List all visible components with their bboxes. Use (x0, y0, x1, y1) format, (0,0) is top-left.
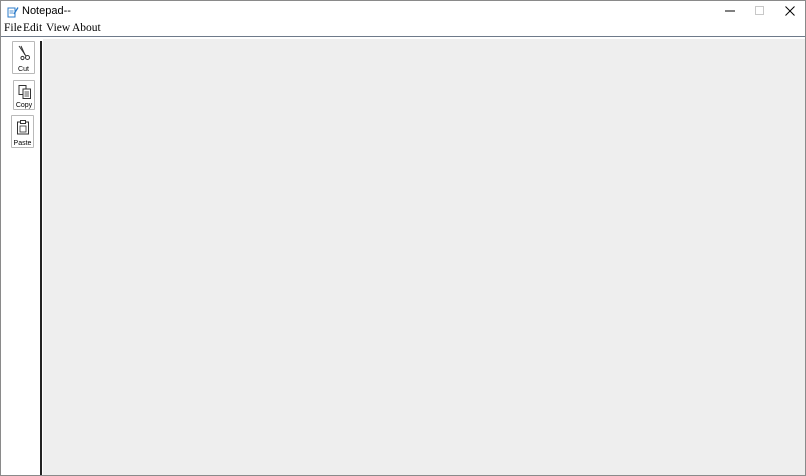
copy-label: Copy (15, 102, 33, 109)
app-window: Notepad-- File Edit View About Cut Copy … (0, 0, 806, 476)
paste-label: Paste (13, 140, 32, 147)
cut-label: Cut (18, 66, 29, 73)
clipboard-icon (15, 119, 31, 135)
close-icon (785, 6, 795, 16)
menu-view[interactable]: View (46, 21, 70, 35)
maximize-button[interactable] (744, 1, 776, 21)
notepad-app-icon (7, 5, 19, 18)
cut-button[interactable]: Cut (12, 41, 35, 74)
window-title: Notepad-- (22, 5, 71, 17)
close-button[interactable] (774, 1, 806, 21)
menu-file[interactable]: File (4, 21, 22, 35)
menu-bar: File Edit View About (1, 21, 805, 37)
minimize-button[interactable] (714, 1, 746, 21)
menu-about[interactable]: About (72, 21, 101, 35)
copy-button[interactable]: Copy (13, 80, 35, 110)
minimize-icon (725, 10, 735, 12)
maximize-icon (755, 6, 764, 15)
paste-button[interactable]: Paste (11, 115, 34, 148)
text-editor[interactable] (43, 39, 805, 475)
side-toolbar: Cut Copy Paste (1, 38, 40, 475)
title-bar[interactable]: Notepad-- (1, 1, 805, 21)
menu-edit[interactable]: Edit (23, 21, 42, 35)
scissors-icon (16, 45, 32, 61)
copy-icon (17, 84, 33, 100)
